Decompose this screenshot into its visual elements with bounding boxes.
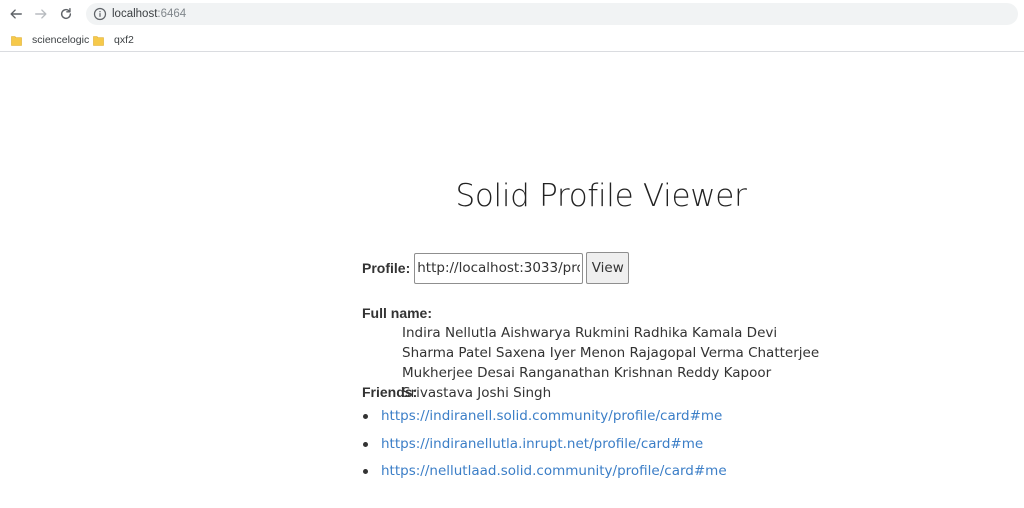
arrow-right-icon [35, 9, 47, 19]
friend-link[interactable]: https://indiranellutla.inrupt.net/profil… [381, 436, 703, 452]
fullname-heading: Full name: [362, 305, 433, 321]
back-button[interactable] [6, 4, 26, 24]
reload-icon [60, 8, 72, 20]
url-text[interactable]: localhost:6464 [112, 7, 186, 21]
bookmark-qxf2[interactable]: qxf2 [93, 32, 134, 48]
bookmark-sciencelogic[interactable]: sciencelogic [11, 32, 89, 48]
bookmarks-bar: sciencelogic qxf2 [0, 28, 1024, 52]
folder-icon [93, 36, 104, 46]
address-bar[interactable]: localhost:6464 [86, 3, 1018, 25]
folder-icon [11, 36, 22, 46]
friends-heading: Friends: [362, 384, 418, 400]
page-title: Solid Profile Viewer [455, 178, 747, 214]
url-host: localhost [112, 8, 158, 20]
profile-url-input[interactable] [414, 252, 584, 284]
view-button[interactable]: View [586, 252, 630, 284]
info-icon[interactable] [93, 7, 107, 21]
list-item: https://indiranell.solid.community/profi… [362, 406, 727, 434]
list-item: https://nellutlaad.solid.community/profi… [362, 461, 727, 489]
profile-form: Profile: View [362, 252, 630, 284]
browser-toolbar: localhost:6464 [0, 0, 1024, 28]
list-item: https://indiranellutla.inrupt.net/profil… [362, 434, 727, 462]
profile-label: Profile: [362, 260, 411, 276]
fullname-value: Indira Nellutla Aishwarya Rukmini Radhik… [402, 325, 820, 401]
url-port: :6464 [157, 8, 187, 20]
bookmark-label: sciencelogic [32, 34, 90, 46]
arrow-left-icon [10, 9, 22, 19]
friend-link[interactable]: https://nellutlaad.solid.community/profi… [381, 463, 727, 479]
bookmark-label: qxf2 [114, 34, 134, 46]
friend-link[interactable]: https://indiranell.solid.community/profi… [381, 408, 722, 424]
friends-list: https://indiranell.solid.community/profi… [362, 406, 727, 489]
reload-button[interactable] [56, 4, 76, 24]
forward-button[interactable] [31, 4, 51, 24]
